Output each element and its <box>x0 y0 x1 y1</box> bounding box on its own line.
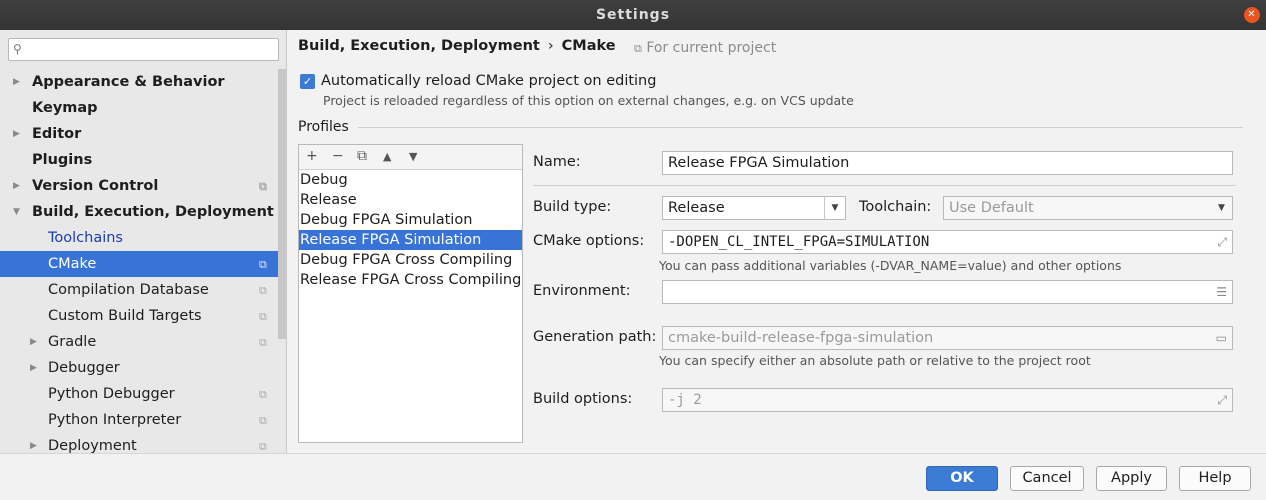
toolchain-value: Use Default <box>949 200 1034 216</box>
cmake-options-field[interactable]: -DOPEN_CL_INTEL_FPGA=SIMULATION ⤢ <box>662 230 1233 254</box>
environment-field[interactable]: ☰ <box>662 280 1233 304</box>
environment-label: Environment: <box>533 283 631 299</box>
project-scope-icon: ⧉ <box>259 336 267 349</box>
dialog-footer: OK Cancel Apply Help <box>0 453 1266 500</box>
expand-icon[interactable]: ⤢ <box>1217 231 1227 253</box>
toolchain-select[interactable]: Use Default ▼ <box>943 196 1233 220</box>
chevron-down-icon: ▼ <box>824 197 845 219</box>
project-scope-icon: ⧉ <box>259 414 267 427</box>
breadcrumb: Build, Execution, Deployment › CMake <box>298 38 616 54</box>
profiles-list: + − ⧉ ▲ ▼ Debug Release Debug FPGA Simul… <box>298 144 523 443</box>
add-profile-icon[interactable]: + <box>306 148 318 164</box>
move-up-icon[interactable]: ▲ <box>383 150 391 163</box>
move-down-icon[interactable]: ▼ <box>409 150 417 163</box>
search-input[interactable]: ⚲ <box>8 38 279 61</box>
auto-reload-label[interactable]: Automatically reload CMake project on ed… <box>321 73 656 89</box>
name-field[interactable]: Release FPGA Simulation <box>662 151 1233 175</box>
expand-arrow-icon[interactable]: ▶ <box>30 355 37 381</box>
list-editor-icon[interactable]: ☰ <box>1216 281 1227 303</box>
expand-arrow-icon[interactable]: ▶ <box>30 433 37 453</box>
project-scope-icon: ⧉ <box>259 440 267 453</box>
for-current-project-note: ⧉ For current project <box>634 40 776 56</box>
project-scope-icon: ⧉ <box>634 42 642 55</box>
build-options-field[interactable]: -j 2 ⤢ <box>662 388 1233 412</box>
chevron-down-icon: ▼ <box>1218 203 1225 213</box>
help-button[interactable]: Help <box>1179 466 1251 491</box>
tree-item-toolchains[interactable]: Toolchains <box>0 225 286 251</box>
cancel-button[interactable]: Cancel <box>1010 466 1084 491</box>
breadcrumb-separator: › <box>547 38 554 54</box>
tree-item-editor[interactable]: ▶ Editor <box>0 121 286 147</box>
generation-path-value: cmake-build-release-fpga-simulation <box>668 330 934 346</box>
cmake-options-hint: You can pass additional variables (-DVAR… <box>659 258 1122 273</box>
project-scope-icon: ⧉ <box>259 180 267 193</box>
profile-item-release-fpga-simulation[interactable]: Release FPGA Simulation <box>299 230 522 250</box>
profile-item-debug-fpga-cross-compiling[interactable]: Debug FPGA Cross Compiling <box>299 250 522 270</box>
toolchain-label: Toolchain: <box>859 199 932 215</box>
cmake-options-value: -DOPEN_CL_INTEL_FPGA=SIMULATION <box>668 234 930 250</box>
generation-path-label: Generation path: <box>533 329 657 345</box>
generation-path-hint: You can specify either an absolute path … <box>659 353 1091 368</box>
breadcrumb-current: CMake <box>561 38 616 54</box>
tree-item-build-execution-deployment[interactable]: ▼ Build, Execution, Deployment <box>0 199 286 225</box>
build-options-value: -j 2 <box>668 392 702 408</box>
auto-reload-checkbox[interactable]: ✓ <box>300 74 315 89</box>
tree-item-keymap[interactable]: Keymap <box>0 95 286 121</box>
tree-item-python-debugger[interactable]: Python Debugger ⧉ <box>0 381 286 407</box>
apply-button[interactable]: Apply <box>1096 466 1167 491</box>
tree-item-custom-build-targets[interactable]: Custom Build Targets ⧉ <box>0 303 286 329</box>
settings-sidebar: ⚲ ▶ Appearance & Behavior Keymap ▶ Editor … <box>0 30 287 453</box>
profiles-toolbar: + − ⧉ ▲ ▼ <box>299 145 522 170</box>
auto-reload-hint: Project is reloaded regardless of this o… <box>323 93 854 108</box>
build-type-select[interactable]: Release ▼ <box>662 196 846 220</box>
ok-button[interactable]: OK <box>926 466 998 491</box>
name-label: Name: <box>533 154 581 170</box>
window-titlebar: Settings ✕ <box>0 0 1266 30</box>
breadcrumb-parent: Build, Execution, Deployment <box>298 38 540 54</box>
remove-profile-icon[interactable]: − <box>332 148 344 164</box>
tree-item-compilation-database[interactable]: Compilation Database ⧉ <box>0 277 286 303</box>
expand-arrow-icon[interactable]: ▶ <box>30 329 37 355</box>
project-scope-icon: ⧉ <box>259 388 267 401</box>
project-scope-icon: ⧉ <box>259 310 267 323</box>
build-type-value: Release <box>668 200 725 216</box>
project-scope-icon: ⧉ <box>259 284 267 297</box>
expand-arrow-icon[interactable]: ▶ <box>13 69 20 95</box>
profile-item-debug[interactable]: Debug <box>299 170 522 190</box>
tree-item-cmake[interactable]: CMake ⧉ <box>0 251 286 277</box>
window-title: Settings <box>595 7 671 23</box>
tree-item-appearance-behavior[interactable]: ▶ Appearance & Behavior <box>0 69 286 95</box>
tree-item-plugins[interactable]: Plugins <box>0 147 286 173</box>
close-icon[interactable]: ✕ <box>1244 7 1260 23</box>
search-icon: ⚲ <box>13 42 22 56</box>
profile-item-release-fpga-cross-compiling[interactable]: Release FPGA Cross Compiling <box>299 270 522 290</box>
profile-item-debug-fpga-simulation[interactable]: Debug FPGA Simulation <box>299 210 522 230</box>
settings-tree: ▶ Appearance & Behavior Keymap ▶ Editor Pl… <box>0 69 286 453</box>
collapse-arrow-icon[interactable]: ▼ <box>13 199 20 225</box>
profiles-title: Profiles <box>298 119 349 135</box>
cmake-options-label: CMake options: <box>533 233 645 249</box>
tree-item-version-control[interactable]: ▶ Version Control ⧉ <box>0 173 286 199</box>
expand-icon[interactable]: ⤢ <box>1217 389 1227 411</box>
build-options-label: Build options: <box>533 391 633 407</box>
project-scope-icon: ⧉ <box>259 258 267 271</box>
profiles-divider <box>358 127 1243 128</box>
tree-item-python-interpreter[interactable]: Python Interpreter ⧉ <box>0 407 286 433</box>
generation-path-field[interactable]: cmake-build-release-fpga-simulation ▭ <box>662 326 1233 350</box>
expand-arrow-icon[interactable]: ▶ <box>13 121 20 147</box>
tree-item-gradle[interactable]: ▶ Gradle ⧉ <box>0 329 286 355</box>
tree-item-debugger[interactable]: ▶ Debugger <box>0 355 286 381</box>
folder-icon[interactable]: ▭ <box>1216 327 1227 349</box>
build-type-label: Build type: <box>533 199 612 215</box>
copy-profile-icon[interactable]: ⧉ <box>357 148 367 164</box>
tree-item-deployment[interactable]: ▶ Deployment ⧉ <box>0 433 286 453</box>
sidebar-scrollbar[interactable] <box>278 69 286 339</box>
expand-arrow-icon[interactable]: ▶ <box>13 173 20 199</box>
cmake-settings-panel: Build, Execution, Deployment › CMake ⧉ For… <box>288 30 1266 453</box>
form-divider <box>533 185 1236 186</box>
profile-item-release[interactable]: Release <box>299 190 522 210</box>
for-current-project-label: For current project <box>646 40 777 56</box>
